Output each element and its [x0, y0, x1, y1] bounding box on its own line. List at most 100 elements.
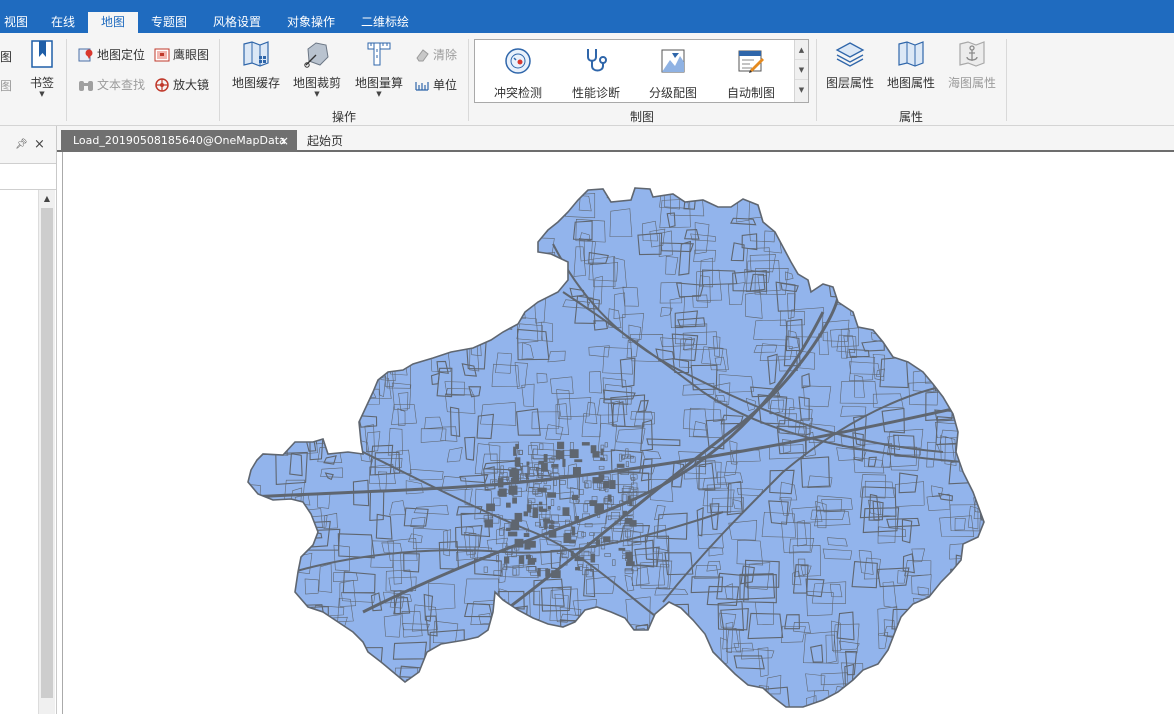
- urban-block: [532, 508, 539, 513]
- parcel-polygon: [590, 615, 620, 629]
- tab-view[interactable]: 视图: [0, 12, 32, 33]
- map-cache-button[interactable]: 地图缓存: [228, 39, 284, 97]
- parcel-polygon: [311, 426, 321, 441]
- performance-diagnosis-button[interactable]: 性能诊断: [561, 46, 631, 101]
- conflict-check-label: 冲突检测: [493, 86, 542, 100]
- parcel-polygon: [261, 288, 277, 314]
- tab-object-operations[interactable]: 对象操作: [276, 12, 346, 33]
- gallery-scrollbar[interactable]: ▲ ▼ ▼: [794, 40, 808, 102]
- chart-properties-button[interactable]: 海图属性: [944, 39, 1000, 97]
- tab-online[interactable]: 在线: [40, 12, 86, 33]
- parcel-polygon: [858, 228, 869, 240]
- parcel-polygon: [332, 223, 347, 237]
- urban-block: [538, 501, 543, 506]
- bookmark-icon: [27, 39, 57, 69]
- parcel-polygon: [417, 222, 445, 234]
- map-properties-button[interactable]: 地图属性: [883, 39, 939, 97]
- tab-thematic-map[interactable]: 专题图: [142, 12, 196, 33]
- parcel-polygon: [307, 342, 328, 361]
- properties-group-label: 属性: [898, 110, 923, 124]
- parcel-polygon: [815, 202, 843, 229]
- parcel-polygon: [298, 659, 309, 689]
- conflict-check-button[interactable]: 冲突检测: [483, 46, 553, 101]
- magnifier-button[interactable]: 放大镜: [154, 75, 209, 95]
- anchor-icon: [957, 39, 987, 69]
- map-locate-button[interactable]: 地图定位: [78, 45, 145, 65]
- scroll-up-icon[interactable]: ▲: [39, 190, 55, 207]
- parcel-polygon: [251, 579, 266, 607]
- parcel-polygon: [446, 277, 475, 289]
- parcel-polygon: [915, 644, 933, 661]
- scrollbar-thumb[interactable]: [41, 208, 53, 698]
- parcel-polygon: [941, 610, 964, 639]
- close-icon[interactable]: ×: [34, 137, 45, 152]
- map-clip-label: 地图裁剪: [292, 76, 341, 90]
- doc-tab-map[interactable]: Load_20190508185640@OneMapData ×: [61, 130, 297, 152]
- urban-block: [575, 566, 581, 571]
- layer-properties-button[interactable]: 图层属性: [822, 39, 878, 97]
- gallery-scroll-up-icon[interactable]: ▲: [795, 40, 808, 60]
- bookmark-button[interactable]: 书签 ▼: [26, 39, 58, 98]
- parcel-polygon: [464, 289, 477, 299]
- tab-style-settings[interactable]: 风格设置: [202, 12, 272, 33]
- binoculars-icon: [78, 77, 94, 93]
- unit-button[interactable]: 单位: [414, 75, 457, 95]
- parcel-polygon: [296, 315, 330, 339]
- parcel-polygon: [942, 265, 954, 289]
- doc-tab-start-page[interactable]: 起始页: [307, 130, 343, 152]
- parcel-polygon: [333, 367, 358, 380]
- parcel-polygon: [456, 653, 469, 676]
- parcel-polygon: [298, 301, 333, 324]
- parcel-polygon: [972, 454, 984, 466]
- urban-block: [562, 507, 570, 516]
- eraser-icon: [414, 47, 430, 63]
- tab-2d-plotting[interactable]: 二维标绘: [350, 12, 420, 33]
- parcel-polygon: [318, 659, 335, 688]
- parcel-polygon: [249, 530, 272, 558]
- map-canvas[interactable]: [63, 152, 1174, 714]
- parcel-polygon: [978, 669, 984, 694]
- parcel-polygon: [401, 314, 436, 337]
- gallery-expand-icon[interactable]: ▼: [795, 80, 808, 100]
- tab-map[interactable]: 地图: [88, 12, 138, 33]
- parcel-polygon: [416, 703, 444, 707]
- urban-block: [507, 531, 518, 537]
- parcel-polygon: [676, 677, 710, 692]
- parcel-polygon: [551, 691, 574, 707]
- partial-map-button[interactable]: 图: [0, 47, 12, 67]
- left-dock-panel: 📌︎ × ▲: [0, 126, 57, 714]
- map-clip-button[interactable]: 地图裁剪 ▼: [289, 39, 345, 98]
- parcel-polygon: [340, 668, 365, 685]
- auto-map-button[interactable]: 自动制图: [716, 46, 786, 101]
- map-view[interactable]: [62, 152, 1174, 714]
- parcel-polygon: [425, 654, 453, 664]
- parcel-polygon: [675, 625, 701, 645]
- parcel-polygon: [405, 694, 416, 707]
- parcel-polygon: [915, 270, 932, 281]
- parcel-polygon: [322, 210, 346, 230]
- parcel-polygon: [355, 274, 382, 284]
- map-measure-button[interactable]: 地图量算 ▼: [351, 39, 407, 98]
- panel-scrollbar[interactable]: ▲: [38, 190, 55, 714]
- parcel-polygon: [270, 349, 301, 366]
- parcel-polygon: [289, 281, 312, 301]
- urban-block: [523, 533, 530, 537]
- map-cache-label: 地图缓存: [231, 76, 280, 90]
- partial-map-label-2: 图: [0, 79, 13, 93]
- text-find-button[interactable]: 文本查找: [78, 75, 145, 95]
- gallery-scroll-down-icon[interactable]: ▼: [795, 60, 808, 80]
- parcel-polygon: [478, 651, 506, 675]
- close-tab-icon[interactable]: ×: [279, 130, 289, 152]
- parcel-polygon: [353, 306, 364, 334]
- parcel-polygon: [980, 317, 984, 329]
- eagle-eye-button[interactable]: 鹰眼图: [154, 45, 209, 65]
- parcel-polygon: [946, 305, 958, 324]
- clear-button[interactable]: 清除: [414, 45, 457, 65]
- parcel-polygon: [848, 215, 869, 233]
- partial-map-button-2[interactable]: 图: [0, 76, 12, 96]
- parcel-polygon: [583, 651, 615, 674]
- parcel-polygon: [307, 656, 339, 680]
- graded-map-button[interactable]: 分级配图: [638, 46, 708, 101]
- map-region-polygon[interactable]: [247, 187, 985, 708]
- pin-icon[interactable]: 📌︎: [15, 139, 28, 150]
